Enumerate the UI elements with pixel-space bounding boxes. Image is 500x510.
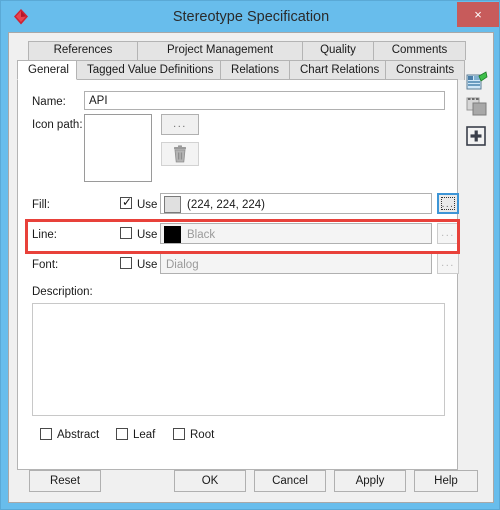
font-use-label: Use [137,259,158,271]
dialog-button-bar: Reset OK Cancel Apply Help [9,462,495,502]
cancel-button[interactable]: Cancel [254,470,326,492]
fill-browse-label: ... [441,199,455,210]
title-bar: Stereotype Specification × [1,1,500,33]
line-use-checkbox[interactable]: ✓ [120,227,132,239]
reset-button[interactable]: Reset [29,470,101,492]
fill-use-checkbox[interactable]: ✓ [120,195,133,209]
tab-row-lower: General Tagged Value Definitions Relatio… [17,60,465,80]
close-button[interactable]: × [457,2,499,27]
name-label: Name: [32,96,66,108]
fill-color-value: (224, 224, 224) [187,199,266,211]
font-label: Font: [32,259,59,271]
line-color-swatch [164,226,181,243]
font-use-checkbox[interactable]: ✓ [120,257,132,269]
tab-relations[interactable]: Relations [220,60,290,80]
root-label: Root [190,429,215,441]
line-color-value: Black [187,229,216,241]
abstract-checkbox[interactable]: ✓ [40,428,52,440]
fill-value-field[interactable]: (224, 224, 224) [160,193,432,214]
tab-references[interactable]: References [28,41,138,60]
description-label: Description: [32,286,93,298]
line-use-label: Use [137,229,158,241]
tab-general[interactable]: General [17,60,77,80]
tab-chart-relations[interactable]: Chart Relations [289,60,386,80]
font-browse-button[interactable]: ... [437,253,459,274]
name-input[interactable] [84,91,445,110]
leaf-label: Leaf [133,429,156,441]
add-plus-icon[interactable] [466,126,490,150]
font-value-field[interactable]: Dialog [160,253,432,274]
icon-path-delete-button[interactable] [161,142,199,166]
stereotype-specification-window: Stereotype Specification × References Pr… [0,0,500,510]
fill-check-mark: ✓ [122,195,133,209]
fill-label: Fill: [32,199,50,211]
fill-use-label: Use [137,199,158,211]
leaf-checkbox[interactable]: ✓ [116,428,128,440]
tab-quality[interactable]: Quality [302,41,374,60]
apply-button[interactable]: Apply [334,470,406,492]
ok-button[interactable]: OK [174,470,246,492]
line-value-field[interactable]: Black [160,223,432,244]
line-browse-button[interactable]: ... [437,223,459,244]
clone-element-icon[interactable] [466,96,490,120]
root-checkbox[interactable]: ✓ [173,428,185,440]
new-element-icon[interactable] [466,71,490,95]
tab-bar: References Project Management Quality Co… [17,41,466,80]
fill-color-swatch [164,196,181,213]
tab-tagged-value-definitions[interactable]: Tagged Value Definitions [76,60,221,80]
side-icon-strip [464,41,494,151]
icon-path-label: Icon path: [32,119,83,131]
tab-row-upper: References Project Management Quality Co… [28,41,466,60]
abstract-label: Abstract [57,429,100,441]
tab-project-management[interactable]: Project Management [137,41,303,60]
icon-path-preview[interactable] [84,114,152,182]
tab-constraints[interactable]: Constraints [385,60,465,80]
fill-browse-button[interactable]: ... [437,193,459,214]
general-tab-panel: Name: Icon path: ... Fill: ✓ Use [17,79,459,470]
help-button[interactable]: Help [414,470,478,492]
font-value: Dialog [166,259,199,271]
tab-comments[interactable]: Comments [373,41,466,60]
dialog-panel: References Project Management Quality Co… [8,32,494,503]
window-title: Stereotype Specification [172,9,330,25]
icon-path-browse-button[interactable]: ... [161,114,199,135]
description-textarea[interactable] [32,303,445,416]
line-label: Line: [32,229,57,241]
